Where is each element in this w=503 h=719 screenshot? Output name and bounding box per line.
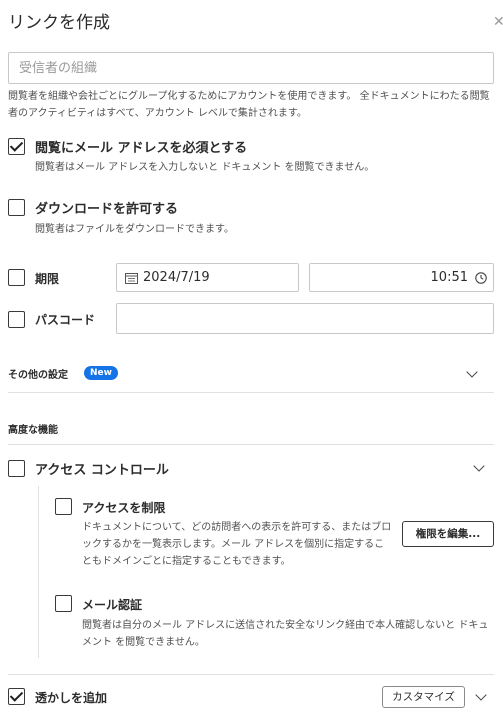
allow-download-checkbox[interactable] xyxy=(8,199,25,216)
calendar-icon xyxy=(125,273,138,284)
passcode-label: パスコード xyxy=(35,313,96,327)
allow-download-help: 閲覧者はファイルをダウンロードできます。 xyxy=(35,224,234,235)
customize-button[interactable]: カスタマイズ xyxy=(382,686,465,708)
expiry-label: 期限 xyxy=(35,272,60,286)
access-control-label: アクセス コントロール xyxy=(35,463,169,478)
email-auth-label: メール認証 xyxy=(82,598,143,612)
passcode-input[interactable] xyxy=(116,303,494,334)
advanced-heading: 高度な機能 xyxy=(8,425,58,436)
access-control-checkbox[interactable] xyxy=(8,460,25,477)
divider xyxy=(8,444,494,445)
dialog-title: リンクを作成 xyxy=(8,13,110,33)
close-icon[interactable]: ✕ xyxy=(493,14,503,28)
recipient-org-help: 閲覧者を組織や会社ごとにグループ化するためにアカウントを使用できます。 全ドキュ… xyxy=(8,91,490,119)
recipient-org-input[interactable] xyxy=(8,52,494,84)
access-control-chevron-down-icon[interactable] xyxy=(473,460,485,472)
require-email-checkbox[interactable] xyxy=(8,138,25,155)
watermark-checkbox[interactable] xyxy=(8,688,25,705)
require-email-help: 閲覧者はメール アドレスを入力しないと ドキュメント を閲覧できません。 xyxy=(35,162,375,173)
email-auth-checkbox[interactable] xyxy=(55,595,72,612)
restrict-access-label: アクセスを制限 xyxy=(82,501,166,515)
require-email-label: 閲覧にメール アドレスを必須とする xyxy=(35,141,248,156)
expiry-date-field[interactable]: 2024/7/19 xyxy=(116,263,299,292)
divider xyxy=(8,392,494,393)
expiry-time-value: 10:51 xyxy=(430,270,468,285)
clock-icon xyxy=(475,272,487,284)
expiry-time-field[interactable]: 10:51 xyxy=(309,263,494,292)
allow-download-label: ダウンロードを許可する xyxy=(35,202,179,217)
watermark-label: 透かしを追加 xyxy=(35,691,108,705)
passcode-checkbox[interactable] xyxy=(8,311,25,328)
other-settings-label[interactable]: その他の設定 xyxy=(8,366,68,381)
watermark-chevron-down-icon[interactable] xyxy=(475,689,487,701)
divider xyxy=(8,674,494,675)
restrict-access-checkbox[interactable] xyxy=(55,498,72,515)
restrict-access-help: ドキュメントについて、どの訪問者への表示を許可する、またはブロックするかを一覧表… xyxy=(82,522,392,567)
expiry-date-value: 2024/7/19 xyxy=(143,270,210,285)
expiry-checkbox[interactable] xyxy=(8,269,25,286)
email-auth-help: 閲覧者は自分のメール アドレスに送信された安全なリンク経由で本人確認しないと ド… xyxy=(82,620,489,648)
edit-permissions-button[interactable]: 権限を編集... xyxy=(402,521,494,547)
other-settings-chevron-down-icon[interactable] xyxy=(466,366,478,378)
section-indent-line xyxy=(38,486,39,658)
new-badge: New xyxy=(84,366,118,380)
